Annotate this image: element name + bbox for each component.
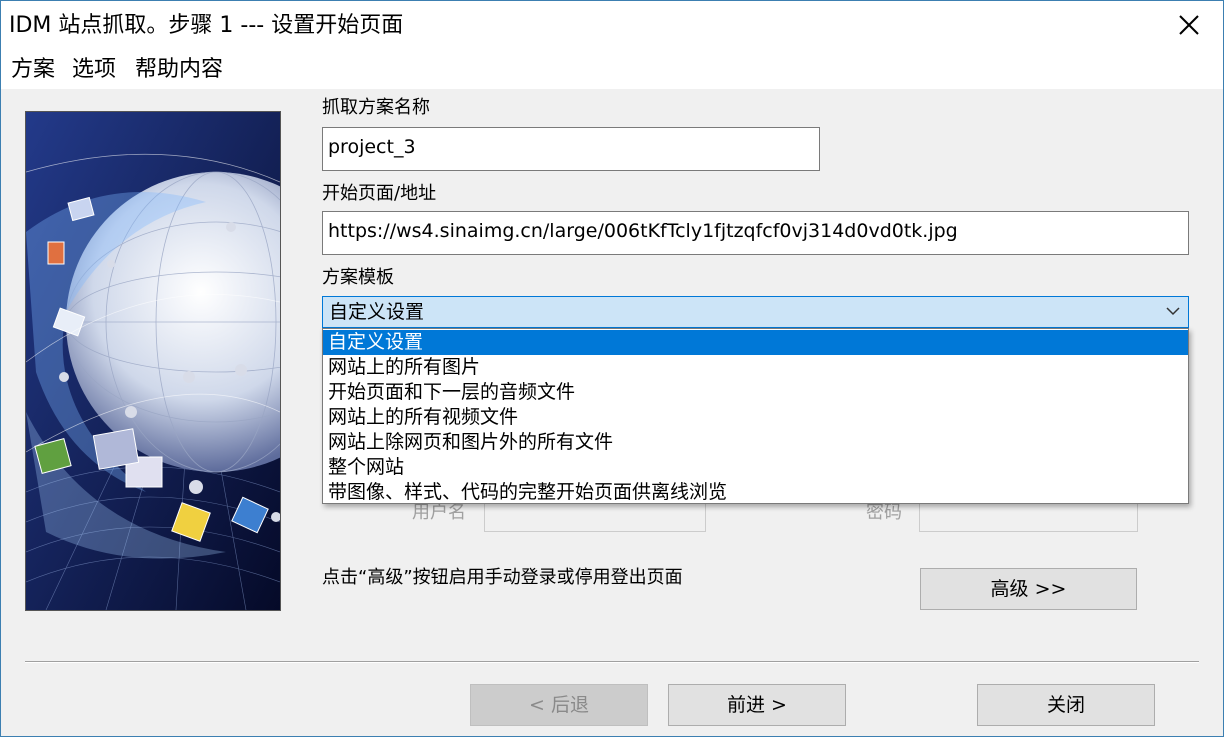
template-option[interactable]: 网站上的所有视频文件 [323, 405, 1188, 430]
template-option[interactable]: 网站上除网页和图片外的所有文件 [323, 430, 1188, 455]
back-button[interactable]: < 后退 [470, 684, 648, 726]
menu-item-project[interactable]: 方案 [11, 57, 55, 83]
template-select[interactable]: 自定义设置 [322, 296, 1189, 328]
start-page-input[interactable]: https://ws4.sinaimg.cn/large/006tKfTcly1… [322, 211, 1189, 255]
window-title: IDM 站点抓取。步骤 1 --- 设置开始页面 [9, 13, 404, 38]
menu-bar: 方案 选项 帮助内容 [1, 51, 1223, 89]
template-option[interactable]: 带图像、样式、代码的完整开始页面供离线浏览 [323, 480, 1188, 505]
close-window-button[interactable] [1169, 5, 1209, 45]
advanced-button[interactable]: 高级 >> [920, 568, 1137, 610]
template-option[interactable]: 整个网站 [323, 455, 1188, 480]
advanced-hint: 点击“高级”按钮启用手动登录或停用登出页面 [322, 567, 683, 588]
template-dropdown-list: 自定义设置 网站上的所有图片 开始页面和下一层的音频文件 网站上的所有视频文件 … [322, 328, 1189, 504]
password-label: 密码 [866, 502, 902, 523]
close-icon [1179, 15, 1199, 35]
template-option[interactable]: 自定义设置 [323, 330, 1188, 355]
title-bar: IDM 站点抓取。步骤 1 --- 设置开始页面 [1, 1, 1223, 51]
start-page-label: 开始页面/地址 [322, 183, 437, 204]
password-input[interactable] [919, 502, 1138, 532]
next-button[interactable]: 前进 > [668, 684, 846, 726]
chevron-down-icon [1166, 307, 1180, 316]
project-name-input[interactable]: project_3 [322, 127, 820, 171]
menu-item-help[interactable]: 帮助内容 [135, 57, 223, 83]
wizard-illustration [25, 111, 281, 611]
project-name-label: 抓取方案名称 [322, 97, 430, 118]
template-label: 方案模板 [322, 267, 394, 288]
template-selected-value: 自定义设置 [329, 301, 425, 323]
menu-item-options[interactable]: 选项 [72, 57, 116, 83]
site-grabber-window: IDM 站点抓取。步骤 1 --- 设置开始页面 方案 选项 帮助内容 抓取方案… [0, 0, 1224, 737]
close-button[interactable]: 关闭 [977, 684, 1155, 726]
template-option[interactable]: 开始页面和下一层的音频文件 [323, 380, 1188, 405]
username-input[interactable] [484, 502, 706, 532]
divider [25, 661, 1199, 663]
username-label: 用户名 [412, 502, 466, 523]
template-option[interactable]: 网站上的所有图片 [323, 355, 1188, 380]
